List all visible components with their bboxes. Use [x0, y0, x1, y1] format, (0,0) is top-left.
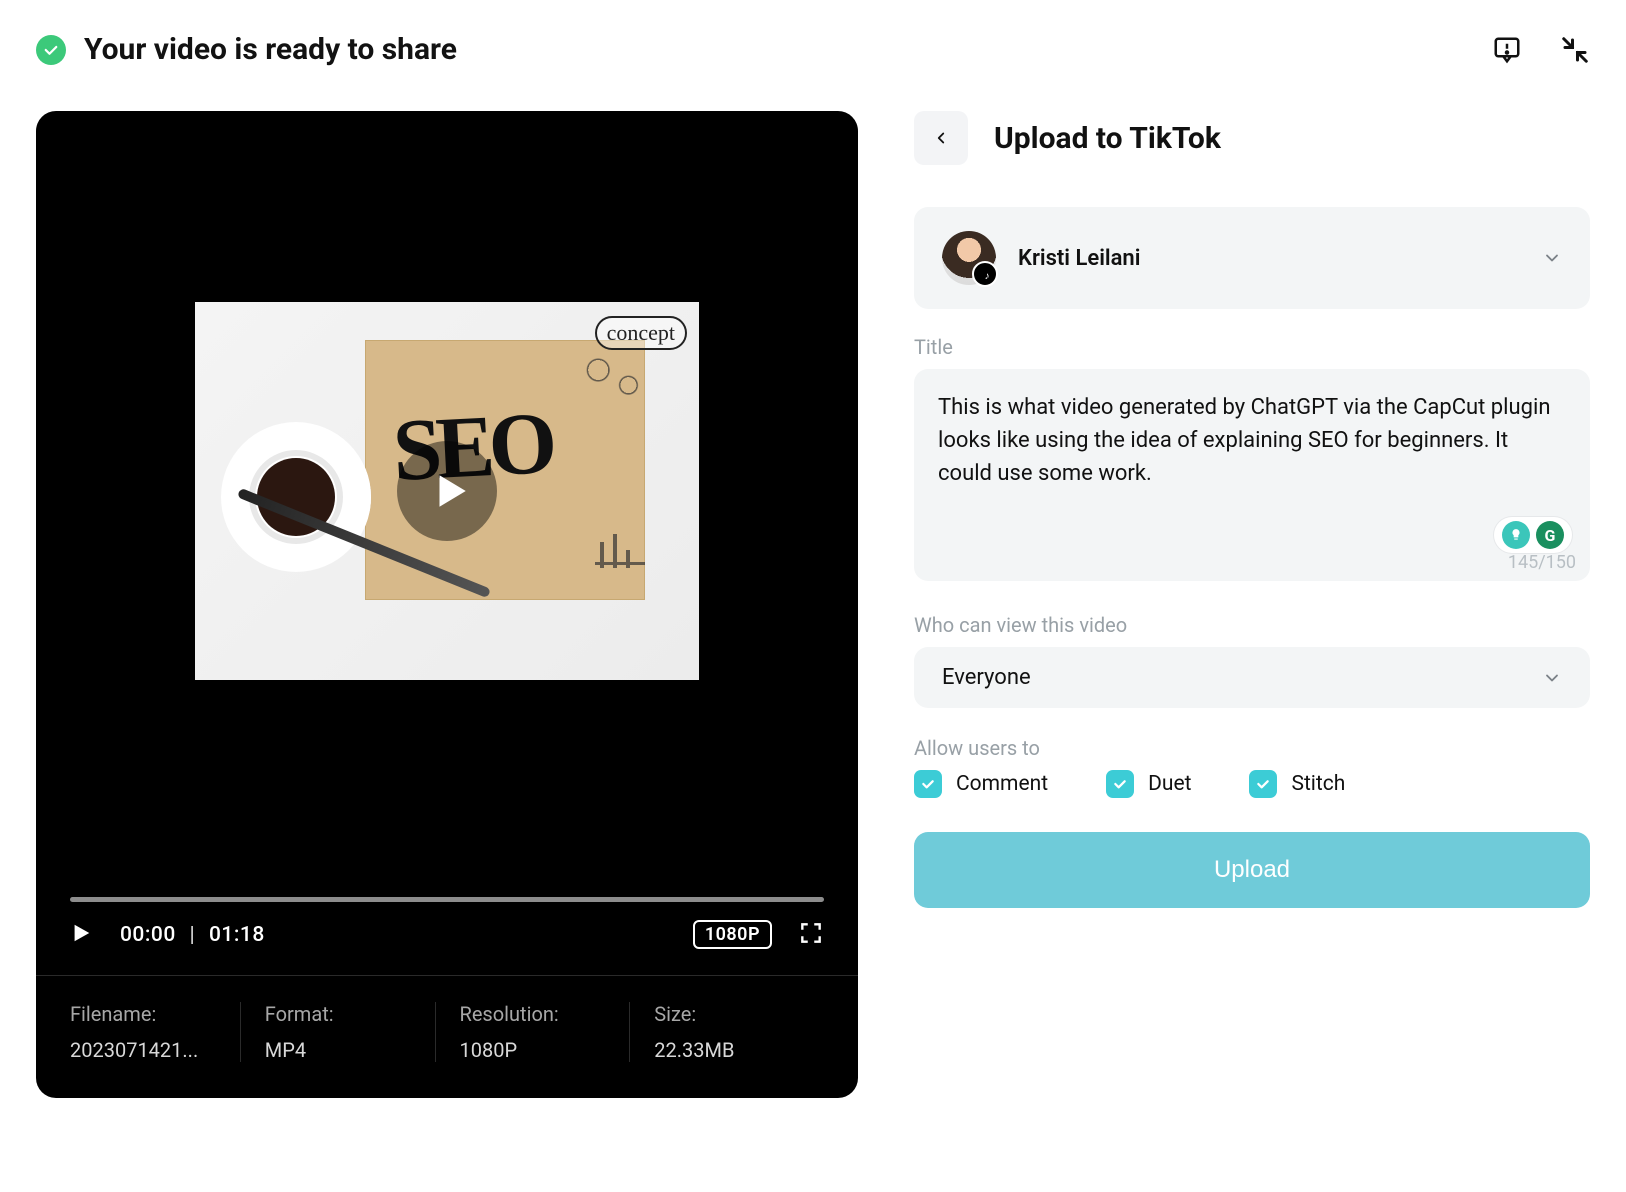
video-scrubber[interactable] — [70, 897, 824, 902]
check-icon — [914, 770, 942, 798]
minimize-icon[interactable] — [1560, 35, 1590, 65]
meta-size: Size: 22.33MB — [654, 1002, 824, 1062]
view-label: Who can view this video — [914, 613, 1590, 637]
avatar: ♪ — [942, 231, 996, 285]
checkbox-duet-label: Duet — [1148, 772, 1191, 796]
chevron-down-icon — [1542, 668, 1562, 688]
timecode: 00:00 | 01:18 — [120, 923, 265, 947]
fullscreen-icon[interactable] — [798, 920, 824, 950]
play-icon[interactable] — [70, 922, 92, 948]
header-left: Your video is ready to share — [36, 32, 457, 67]
char-count: 145/150 — [1508, 552, 1576, 573]
view-privacy-selector[interactable]: Everyone — [914, 647, 1590, 708]
video-play-button[interactable] — [397, 441, 497, 541]
meta-resolution-value: 1080P — [460, 1038, 518, 1062]
checkbox-duet[interactable]: Duet — [1106, 770, 1191, 798]
grammar-assist-pill[interactable]: G — [1494, 517, 1572, 553]
thumb-concept-text: concept — [595, 316, 687, 350]
check-icon — [1106, 770, 1134, 798]
success-check-icon — [36, 35, 66, 65]
checkbox-comment-label: Comment — [956, 772, 1048, 796]
meta-size-label: Size: — [654, 1002, 804, 1026]
view-selected-value: Everyone — [942, 665, 1031, 690]
chevron-down-icon — [1542, 248, 1562, 268]
video-meta: Filename: 2023071421... Format: MP4 Reso… — [36, 975, 858, 1098]
tiktok-badge-icon: ♪ — [979, 268, 995, 284]
meta-resolution: Resolution: 1080P — [460, 1002, 631, 1062]
feedback-icon[interactable] — [1492, 35, 1522, 65]
resolution-pill[interactable]: 1080P — [693, 920, 772, 949]
allow-label: Allow users to — [914, 736, 1590, 760]
checkbox-stitch[interactable]: Stitch — [1249, 770, 1345, 798]
video-stage: concept SEO — [36, 111, 858, 871]
upload-panel: Upload to TikTok ♪ Kristi Leilani Title … — [914, 111, 1590, 908]
back-button[interactable] — [914, 111, 968, 165]
video-controls: 00:00 | 01:18 1080P — [36, 871, 858, 975]
upload-button[interactable]: Upload — [914, 832, 1590, 908]
meta-resolution-label: Resolution: — [460, 1002, 610, 1026]
checkbox-comment[interactable]: Comment — [914, 770, 1048, 798]
time-total: 01:18 — [209, 923, 265, 947]
meta-filename: Filename: 2023071421... — [70, 1002, 241, 1062]
check-icon — [1249, 770, 1277, 798]
bulb-icon — [1502, 521, 1530, 549]
page-title: Your video is ready to share — [84, 32, 457, 67]
header-actions — [1492, 35, 1590, 65]
title-label: Title — [914, 335, 1590, 359]
video-panel: concept SEO 00:00 | 01:18 — [36, 111, 858, 1098]
page-header: Your video is ready to share — [36, 32, 1590, 67]
allow-checkboxes: Comment Duet Stitch — [914, 770, 1590, 798]
meta-format: Format: MP4 — [265, 1002, 436, 1062]
title-input[interactable] — [938, 391, 1566, 541]
meta-format-value: MP4 — [265, 1038, 306, 1062]
meta-size-value: 22.33MB — [654, 1038, 734, 1062]
account-selector[interactable]: ♪ Kristi Leilani — [914, 207, 1590, 309]
meta-filename-label: Filename: — [70, 1002, 220, 1026]
upload-panel-title: Upload to TikTok — [994, 121, 1221, 156]
checkbox-stitch-label: Stitch — [1291, 772, 1345, 796]
account-name: Kristi Leilani — [1018, 246, 1140, 271]
grammarly-icon: G — [1536, 521, 1564, 549]
meta-format-label: Format: — [265, 1002, 415, 1026]
title-box: G 145/150 — [914, 369, 1590, 581]
meta-filename-value: 2023071421... — [70, 1038, 198, 1062]
time-current: 00:00 — [120, 923, 176, 947]
